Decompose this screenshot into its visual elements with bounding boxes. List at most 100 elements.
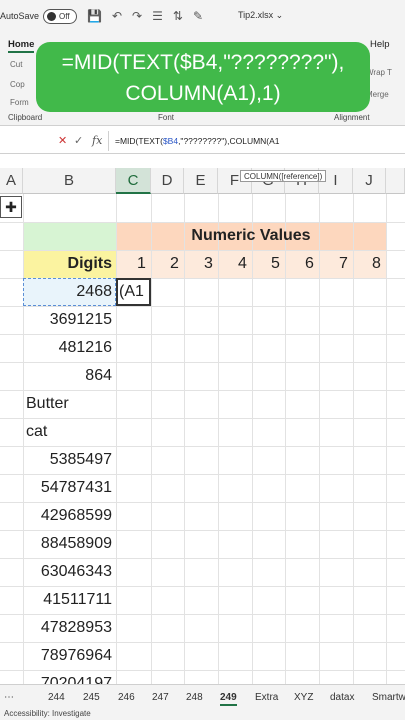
- save-icon[interactable]: 💾: [87, 9, 102, 23]
- worksheet-grid[interactable]: ✚ Numeric Values Digits 1 2 3 4 5 6 7 8 …: [0, 194, 405, 684]
- formula-bar: ✕ ✓ fx =MID(TEXT($B4,"????????"),COLUMN(…: [0, 128, 405, 154]
- toggle-knob: [47, 11, 57, 21]
- group-alignment: Alignment: [334, 113, 370, 122]
- grid-line: [285, 194, 286, 684]
- grid-line: [0, 530, 405, 531]
- tab-help[interactable]: Help: [370, 39, 390, 50]
- sheet-tab[interactable]: XYZ: [294, 692, 313, 703]
- numeric-values-title: Numeric Values: [191, 227, 311, 244]
- column-header-c[interactable]: C: [116, 168, 151, 194]
- file-name[interactable]: Tip2.xlsx ⌄: [238, 10, 283, 21]
- grid-line: [319, 194, 320, 684]
- copy-button[interactable]: Cop: [10, 80, 25, 89]
- format-icon[interactable]: ✎: [193, 9, 203, 23]
- digits-header: Digits: [67, 255, 112, 272]
- formula-prefix: =MID(TEXT(: [115, 136, 163, 146]
- numeric-header-3: 3: [204, 255, 213, 272]
- numeric-header-1: 1: [137, 255, 146, 272]
- formula-ref: $B4: [162, 136, 179, 146]
- sort-icon[interactable]: ⇅: [173, 9, 183, 23]
- numeric-header-8: 8: [372, 255, 381, 272]
- b-cell[interactable]: 864: [23, 367, 112, 385]
- sheet-tab[interactable]: 245: [83, 692, 100, 703]
- grid-line: [116, 194, 117, 684]
- title-bar: AutoSave Off 💾 ↶ ↷ ☰ ⇅ ✎ Tip2.xlsx ⌄: [0, 0, 405, 32]
- b-cell[interactable]: 3691215: [23, 311, 112, 329]
- b-cell[interactable]: 47828953: [23, 619, 112, 637]
- column-header-e[interactable]: E: [184, 168, 218, 194]
- status-bar: Accessibility: Investigate: [0, 708, 405, 720]
- format-painter-button[interactable]: Form: [10, 98, 29, 107]
- b-cell[interactable]: 2468: [23, 283, 112, 301]
- group-clipboard: Clipboard: [8, 113, 43, 122]
- grid-line: [0, 446, 405, 447]
- b-cell[interactable]: 42968599: [23, 507, 112, 525]
- tab-home[interactable]: Home: [8, 39, 35, 53]
- column-header-j[interactable]: J: [353, 168, 386, 194]
- group-font: Font: [158, 113, 175, 122]
- sheet-tab[interactable]: 244: [48, 692, 65, 703]
- sheet-tab[interactable]: 248: [186, 692, 203, 703]
- callout-line-2: COLUMN(A1),1): [125, 82, 281, 105]
- numeric-header-2: 2: [170, 255, 179, 272]
- grid-line: [0, 474, 405, 475]
- sheet-tab[interactable]: Extra: [255, 692, 278, 703]
- b-cell[interactable]: 5385497: [23, 451, 112, 469]
- b-cell[interactable]: 54787431: [23, 479, 112, 497]
- accessibility-status[interactable]: Accessibility: Investigate: [4, 709, 91, 718]
- b-cell[interactable]: 88458909: [23, 535, 112, 553]
- formula-input[interactable]: =MID(TEXT($B4,"????????"),COLUMN(A1: [115, 136, 280, 146]
- column-header-b[interactable]: B: [23, 168, 116, 194]
- grid-line: [0, 362, 405, 363]
- grid-line: [0, 586, 405, 587]
- column-header-k[interactable]: [386, 168, 405, 194]
- grid-line: [0, 502, 405, 503]
- enter-icon[interactable]: ✓: [74, 134, 83, 147]
- cancel-icon[interactable]: ✕: [58, 134, 67, 147]
- redo-icon[interactable]: ↷: [132, 9, 142, 23]
- grid-line: [0, 334, 405, 335]
- insert-function-icon[interactable]: fx: [92, 134, 102, 147]
- filter-icon[interactable]: ☰: [152, 9, 163, 23]
- sheet-tab-active[interactable]: 249: [220, 692, 237, 706]
- numeric-header-4: 4: [238, 255, 247, 272]
- autosave-label: AutoSave: [0, 11, 40, 21]
- b-cell[interactable]: cat: [26, 423, 47, 441]
- undo-icon[interactable]: ↶: [112, 9, 122, 23]
- sheet-tab[interactable]: Smartw: [372, 692, 405, 703]
- b-cell[interactable]: 41511711: [23, 591, 112, 609]
- grid-line: [0, 418, 405, 419]
- numeric-header-7: 7: [339, 255, 348, 272]
- editing-value: (A1: [119, 283, 144, 300]
- sheet-tab[interactable]: 247: [152, 692, 169, 703]
- b-cell[interactable]: 78976964: [23, 647, 112, 665]
- header-fill-green: [23, 222, 116, 250]
- column-header-a[interactable]: A: [0, 168, 23, 194]
- b-cell[interactable]: Butter: [26, 395, 69, 413]
- sheet-tab[interactable]: datax: [330, 692, 354, 703]
- grid-line: [0, 558, 405, 559]
- autosave-toggle[interactable]: Off: [43, 8, 78, 24]
- grid-line: [0, 670, 405, 671]
- formula-suffix: ,"????????"),COLUMN(A1: [178, 136, 280, 146]
- grid-line: [252, 194, 253, 684]
- grid-line: [218, 194, 219, 684]
- sheet-tab[interactable]: 246: [118, 692, 135, 703]
- b-cell[interactable]: 63046343: [23, 563, 112, 581]
- formula-divider: [108, 131, 109, 151]
- column-header-d[interactable]: D: [151, 168, 184, 194]
- b-cell[interactable]: 70204197: [23, 675, 112, 684]
- selection-cursor-icon: ✚: [0, 196, 22, 218]
- cut-button[interactable]: Cut: [10, 60, 22, 69]
- more-sheets-icon[interactable]: ⋯: [4, 692, 14, 703]
- grid-line: [184, 194, 185, 684]
- function-tooltip: COLUMN([reference]): [240, 170, 327, 182]
- formula-callout: =MID(TEXT($B4,"????????"), COLUMN(A1),1): [36, 42, 370, 112]
- numeric-header-6: 6: [305, 255, 314, 272]
- b-cell[interactable]: 481216: [23, 339, 112, 357]
- grid-line: [353, 194, 354, 684]
- grid-line: [0, 614, 405, 615]
- grid-line: [0, 250, 405, 251]
- grid-line: [386, 194, 387, 684]
- grid-line: [0, 306, 405, 307]
